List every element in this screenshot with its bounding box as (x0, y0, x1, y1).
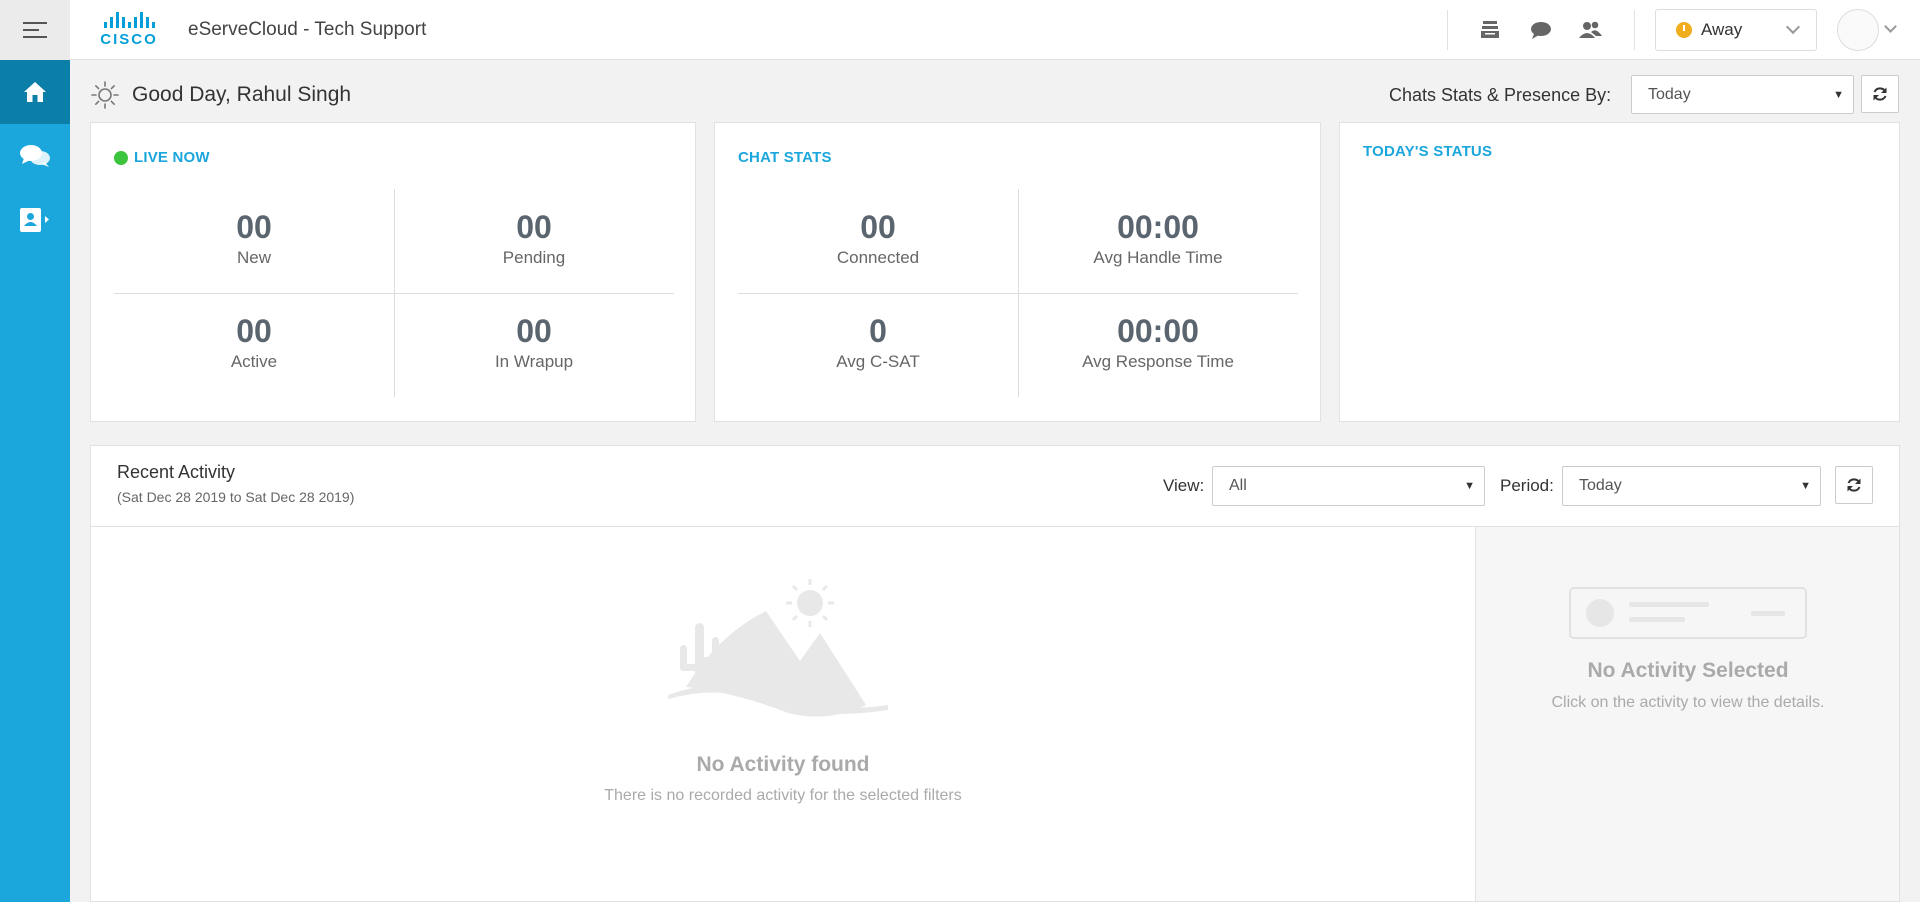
queue-icon[interactable] (1478, 18, 1504, 42)
live-new-stat: 00 New (236, 209, 272, 267)
sidebar-item-chats[interactable] (0, 124, 70, 188)
contacts-icon[interactable] (1578, 18, 1604, 42)
todays-status-title: TODAY'S STATUS (1363, 143, 1493, 160)
sidebar-item-home[interactable] (0, 60, 70, 124)
header-divider (1634, 10, 1635, 50)
home-icon (24, 82, 46, 102)
live-active-stat: 00 Active (230, 313, 278, 371)
clock-icon (1676, 22, 1692, 38)
chevron-down-icon[interactable] (1884, 20, 1897, 33)
activity-card-placeholder-icon (1569, 587, 1807, 639)
avg-handle-time-stat: 00:00 Avg Handle Time (1093, 209, 1223, 267)
no-activity-selected-subtitle: Click on the activity to view the detail… (1551, 694, 1825, 711)
cisco-bars-icon (92, 12, 166, 28)
live-now-card: LIVE NOW 00 New 00 Pending 00 Active 00 In W… (90, 122, 696, 422)
presence-status-label: Away (1701, 20, 1743, 39)
recent-activity-header: Recent Activity (Sat Dec 28 2019 to Sat … (91, 446, 1899, 527)
live-indicator-icon (114, 150, 128, 165)
header-divider (1447, 10, 1448, 50)
period-label: Period: (1500, 476, 1554, 495)
stats-period-select[interactable]: Today ▼ (1631, 75, 1854, 114)
sun-icon (91, 81, 119, 109)
view-select[interactable]: All ▼ (1212, 466, 1485, 506)
period-select[interactable]: Today ▼ (1562, 466, 1821, 506)
empty-activity-subtitle: There is no recorded activity for the se… (604, 787, 962, 804)
sidebar-item-contacts[interactable] (0, 188, 70, 252)
desert-illustration-icon (668, 579, 888, 717)
refresh-icon (1847, 478, 1861, 492)
recent-activity-title: Recent Activity (117, 462, 236, 482)
contact-book-icon (20, 208, 49, 232)
chat-icon[interactable] (1528, 18, 1554, 42)
avg-csat-stat: 0 Avg C-SAT (836, 313, 920, 371)
todays-status-card: TODAY'S STATUS (1339, 122, 1900, 422)
refresh-icon (1873, 87, 1887, 101)
live-now-grid: 00 New 00 Pending 00 Active 00 In Wrapup (114, 189, 674, 397)
period-select-value: Today (1579, 477, 1622, 494)
chat-stats-card: CHAT STATS 00 Connected 00:00 Avg Handle T… (714, 122, 1321, 422)
hamburger-icon (23, 17, 47, 43)
chat-stats-grid: 00 Connected 00:00 Avg Handle Time 0 Avg C-… (738, 189, 1298, 397)
stats-refresh-button[interactable] (1861, 75, 1899, 113)
chat-bubbles-icon (20, 145, 50, 167)
caret-down-icon: ▼ (1800, 480, 1811, 492)
logo-text: CISCO (100, 31, 158, 48)
chevron-down-icon (1785, 19, 1801, 35)
live-now-title: LIVE NOW (114, 149, 210, 166)
avatar[interactable] (1837, 9, 1879, 51)
connected-stat: 00 Connected (836, 209, 920, 267)
avg-response-time-stat: 00:00 Avg Response Time (1082, 313, 1234, 371)
no-activity-selected-title: No Activity Selected (1587, 659, 1789, 682)
presence-status-dropdown[interactable]: Away (1655, 9, 1817, 51)
stats-by-label: Chats Stats & Presence By: (1389, 85, 1612, 105)
hamburger-menu-button[interactable] (0, 0, 70, 60)
activity-list-area: No Activity found There is no recorded a… (91, 527, 1475, 901)
view-label: View: (1163, 476, 1205, 495)
app-title: eServeCloud - Tech Support (188, 19, 427, 40)
empty-activity-title: No Activity found (696, 753, 870, 776)
activity-detail-panel: No Activity Selected Click on the activi… (1475, 527, 1899, 901)
recent-activity-range: (Sat Dec 28 2019 to Sat Dec 28 2019) (117, 489, 355, 505)
activity-refresh-button[interactable] (1835, 466, 1873, 504)
greeting-text: Good Day, Rahul Singh (132, 83, 352, 106)
chat-stats-title: CHAT STATS (738, 149, 832, 166)
live-wrapup-stat: 00 In Wrapup (494, 313, 574, 371)
sidebar (0, 60, 70, 902)
view-select-value: All (1229, 477, 1247, 494)
cisco-logo: CISCO (92, 12, 166, 50)
caret-down-icon: ▼ (1464, 480, 1475, 492)
stats-period-value: Today (1648, 85, 1691, 103)
caret-down-icon: ▼ (1833, 88, 1844, 101)
live-pending-stat: 00 Pending (502, 209, 566, 267)
recent-activity-panel: Recent Activity (Sat Dec 28 2019 to Sat … (90, 445, 1900, 902)
top-header: CISCO eServeCloud - Tech Support Away (0, 0, 1920, 60)
